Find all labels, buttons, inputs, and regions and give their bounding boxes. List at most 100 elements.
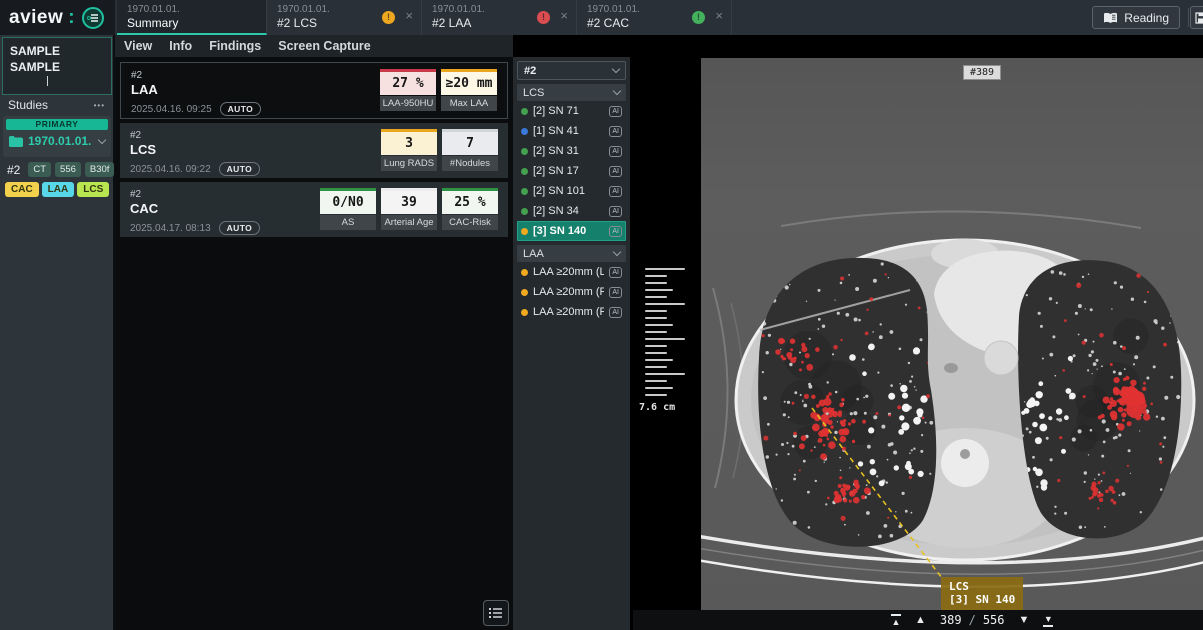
finding-item[interactable]: LAA ≥20mm (L... AI <box>517 262 626 282</box>
next-slice-button[interactable]: ▼ <box>1019 615 1030 625</box>
auto-badge: AUTO <box>219 162 261 176</box>
close-icon[interactable]: × <box>405 9 413 23</box>
total-slices: 556 <box>983 613 1005 627</box>
app-root: { "app": { "logo_word": "aview", "logo_c… <box>0 0 1203 630</box>
patient-name-box[interactable]: SAMPLE SAMPLE <box>2 37 112 95</box>
finding-item[interactable]: [1] SN 41 AI <box>517 121 626 141</box>
tab-lcs[interactable]: 1970.01.01. #2 LCS ! × <box>267 0 422 35</box>
card-datetime: 2025.04.16. 09:22 <box>130 164 211 175</box>
ai-badge: AI <box>609 106 622 117</box>
save-button-partial[interactable] <box>1190 6 1203 29</box>
ruler-tick <box>645 275 667 277</box>
module-badges: CAC LAA LCS <box>0 182 113 197</box>
ruler-tick <box>645 317 667 319</box>
menu-view[interactable]: View <box>124 39 152 53</box>
finding-item[interactable]: [2] SN 71 AI <box>517 101 626 121</box>
finding-item[interactable]: LAA ≥20mm (R... AI <box>517 302 626 322</box>
status-dot <box>521 208 528 215</box>
ruler-tick <box>645 373 685 375</box>
status-dot <box>521 289 528 296</box>
finding-item[interactable]: [2] SN 17 AI <box>517 161 626 181</box>
ct-viewer[interactable]: 7.6 cm #389 LCS [3] SN 140 ▲ ▲ 389 / 556… <box>633 57 1203 630</box>
series-row[interactable]: #2 CT 556 B30f <box>0 162 113 177</box>
summary-card-laa[interactable]: #2 LAA 2025.04.16. 09:25 AUTO 27 % LAA-9… <box>120 62 508 119</box>
ruler-tick <box>645 324 673 326</box>
group-header-lcs[interactable]: LCS <box>517 84 626 101</box>
finding-item-selected[interactable]: [3] SN 140 AI <box>517 221 626 241</box>
findings-panel: #2 LCS [2] SN 71 AI [1] SN 41 AI [2] SN … <box>513 57 633 630</box>
reading-button[interactable]: Reading <box>1092 6 1180 29</box>
close-icon[interactable]: × <box>560 9 568 23</box>
logo-text: aview <box>9 7 63 29</box>
badge-cac[interactable]: CAC <box>5 182 39 197</box>
ruler-tick <box>645 380 667 382</box>
series-tag-count: 556 <box>55 162 81 177</box>
ruler-tick <box>645 394 667 396</box>
badge-laa[interactable]: LAA <box>42 182 75 197</box>
metric-lungrads: 3 Lung RADS <box>381 129 437 171</box>
ruler-tick <box>645 352 667 354</box>
summary-card-cac[interactable]: #2 CAC 2025.04.17. 08:13 AUTO 0/N0 AS 39… <box>120 182 508 237</box>
status-dot <box>521 148 528 155</box>
finding-item[interactable]: [2] SN 31 AI <box>517 141 626 161</box>
card-datetime: 2025.04.16. 09:25 <box>131 104 212 115</box>
studies-menu-icon[interactable]: ••• <box>94 101 105 110</box>
ai-badge: AI <box>609 226 622 237</box>
ct-axial-image[interactable] <box>701 58 1203 610</box>
ai-badge: AI <box>609 146 622 157</box>
ruler-tick <box>645 366 667 368</box>
study-card[interactable]: PRIMARY 1970.01.01. <box>3 116 111 157</box>
tab-summary[interactable]: 1970.01.01. Summary <box>117 0 267 35</box>
menu-findings[interactable]: Findings <box>209 39 261 53</box>
status-error-icon: ! <box>537 11 550 24</box>
patient-name-line2: SAMPLE <box>10 59 104 75</box>
metric-as: 0/N0 AS <box>320 188 376 230</box>
finding-item[interactable]: [2] SN 101 AI <box>517 181 626 201</box>
current-slice: 389 <box>940 613 962 627</box>
tab-title: Summary <box>127 16 256 31</box>
chevron-down-icon <box>612 65 620 73</box>
menubar: View Info Findings Screen Capture <box>115 35 513 57</box>
summary-card-lcs[interactable]: #2 LCS 2025.04.16. 09:22 AUTO 3 Lung RAD… <box>120 123 508 178</box>
ruler-tick <box>645 331 667 333</box>
ai-badge: AI <box>609 126 622 137</box>
book-icon <box>1103 12 1118 24</box>
status-dot <box>521 228 528 235</box>
ai-badge: AI <box>609 166 622 177</box>
finding-item[interactable]: LAA ≥20mm (R... AI <box>517 282 626 302</box>
group-header-laa[interactable]: LAA <box>517 245 626 262</box>
tab-cac[interactable]: 1970.01.01. #2 CAC ! × <box>577 0 732 35</box>
series-select[interactable]: #2 <box>517 61 626 80</box>
layout-list-button[interactable] <box>483 600 509 626</box>
slice-navigation-bar: ▲ ▲ 389 / 556 ▼ ▼ <box>633 610 1203 630</box>
study-date: 1970.01.01. <box>28 134 94 148</box>
last-slice-button[interactable]: ▼ <box>1043 614 1053 627</box>
auto-badge: AUTO <box>219 221 261 235</box>
logo-list-icon <box>82 7 104 29</box>
tab-date: 1970.01.01. <box>127 4 256 16</box>
tab-laa[interactable]: 1970.01.01. #2 LAA ! × <box>422 0 577 35</box>
status-dot <box>521 128 528 135</box>
ai-badge: AI <box>609 206 622 217</box>
card-datetime: 2025.04.17. 08:13 <box>130 223 211 234</box>
metric-arterial-age: 39 Arterial Age <box>381 188 437 230</box>
menu-screen-capture[interactable]: Screen Capture <box>278 39 370 53</box>
status-ok-icon: ! <box>692 11 705 24</box>
badge-lcs[interactable]: LCS <box>77 182 109 197</box>
studies-header: Studies ••• <box>0 96 113 114</box>
close-icon[interactable]: × <box>715 9 723 23</box>
chevron-down-icon[interactable] <box>98 135 106 143</box>
finding-item[interactable]: [2] SN 34 AI <box>517 201 626 221</box>
chevron-down-icon <box>613 248 621 256</box>
chevron-down-icon <box>613 87 621 95</box>
logo-colon: : <box>68 7 74 29</box>
list-icon <box>489 607 503 619</box>
ai-badge: AI <box>609 307 622 318</box>
previous-slice-button[interactable]: ▲ <box>915 615 926 625</box>
first-slice-button[interactable]: ▲ <box>891 614 901 627</box>
studies-title: Studies <box>8 98 94 112</box>
status-warning-icon: ! <box>382 11 395 24</box>
slice-counter: 389 / 556 <box>940 613 1005 627</box>
metric-cac-risk: 25 % CAC-Risk <box>442 188 498 230</box>
menu-info[interactable]: Info <box>169 39 192 53</box>
